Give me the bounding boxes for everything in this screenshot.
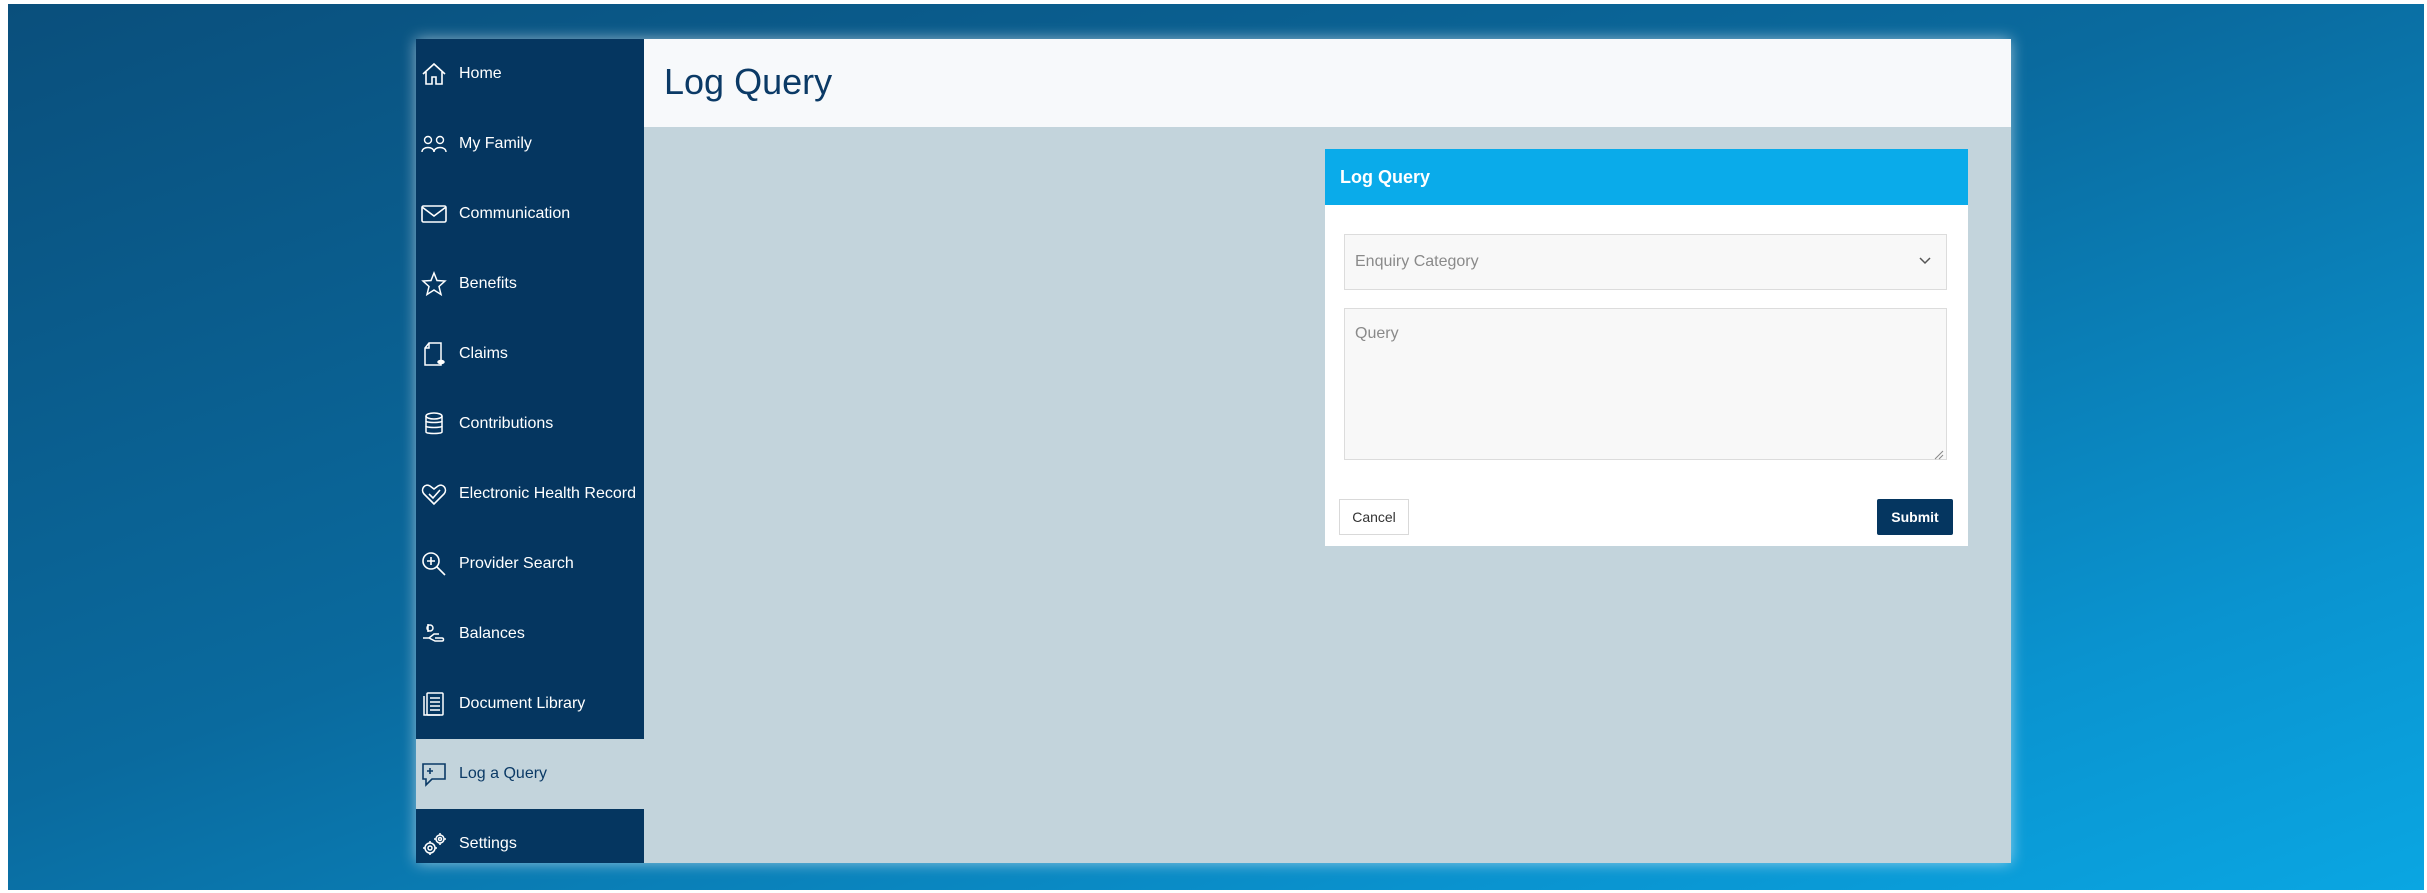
gears-icon [419, 829, 449, 859]
sidebar-item-settings[interactable]: Settings [416, 809, 644, 879]
family-icon [419, 129, 449, 159]
sidebar-item-label: Claims [459, 345, 508, 362]
query-textarea[interactable]: Query [1344, 308, 1947, 460]
sidebar-item-log-a-query[interactable]: Log a Query [416, 739, 644, 809]
database-icon [419, 409, 449, 439]
sidebar-item-provider-search[interactable]: Provider Search [416, 529, 644, 599]
chevron-down-icon [1918, 253, 1932, 272]
documents-icon [419, 689, 449, 719]
search-plus-icon [419, 549, 449, 579]
sidebar-item-electronic-health-record[interactable]: Electronic Health Record [416, 459, 644, 529]
panel-title: Log Query [1325, 149, 1968, 205]
resize-handle-icon[interactable] [1934, 447, 1944, 460]
sidebar-item-document-library[interactable]: Document Library [416, 669, 644, 739]
sidebar-item-home[interactable]: Home [416, 39, 644, 109]
sidebar-item-label: Balances [459, 625, 525, 642]
page-header: Log Query [644, 39, 2011, 127]
enquiry-category-select[interactable]: Enquiry Category [1344, 234, 1947, 290]
star-icon [419, 269, 449, 299]
sidebar-item-label: Log a Query [459, 765, 548, 782]
sidebar-item-claims[interactable]: Claims [416, 319, 644, 389]
enquiry-category-placeholder: Enquiry Category [1355, 253, 1479, 270]
sidebar-item-label: Home [459, 65, 502, 82]
cancel-button[interactable]: Cancel [1339, 499, 1409, 535]
sidebar-item-label: Settings [459, 835, 517, 852]
sidebar-item-label: Electronic Health Record [459, 485, 636, 502]
claims-document-icon [419, 339, 449, 369]
sidebar-item-balances[interactable]: Balances [416, 599, 644, 669]
sidebar-item-label: Document Library [459, 695, 586, 712]
sidebar-item-contributions[interactable]: Contributions [416, 389, 644, 459]
page-title: Log Query [664, 61, 833, 102]
heart-check-icon [419, 479, 449, 509]
sidebar: Home My Family Communication Benefits Cl… [416, 39, 644, 863]
sidebar-item-label: Provider Search [459, 555, 574, 572]
home-icon [419, 59, 449, 89]
sidebar-item-label: Contributions [459, 415, 554, 432]
query-placeholder: Query [1355, 325, 1399, 342]
hand-coins-icon [419, 619, 449, 649]
sidebar-item-label: Communication [459, 205, 571, 222]
log-query-panel: Log Query Enquiry Category Query Cancel … [1325, 149, 1968, 546]
submit-button[interactable]: Submit [1877, 499, 1953, 535]
envelope-icon [419, 199, 449, 229]
sidebar-item-label: My Family [459, 135, 532, 152]
sidebar-item-communication[interactable]: Communication [416, 179, 644, 249]
sidebar-item-my-family[interactable]: My Family [416, 109, 644, 179]
sidebar-item-label: Benefits [459, 275, 517, 292]
sidebar-item-benefits[interactable]: Benefits [416, 249, 644, 319]
chat-plus-icon [419, 759, 449, 789]
